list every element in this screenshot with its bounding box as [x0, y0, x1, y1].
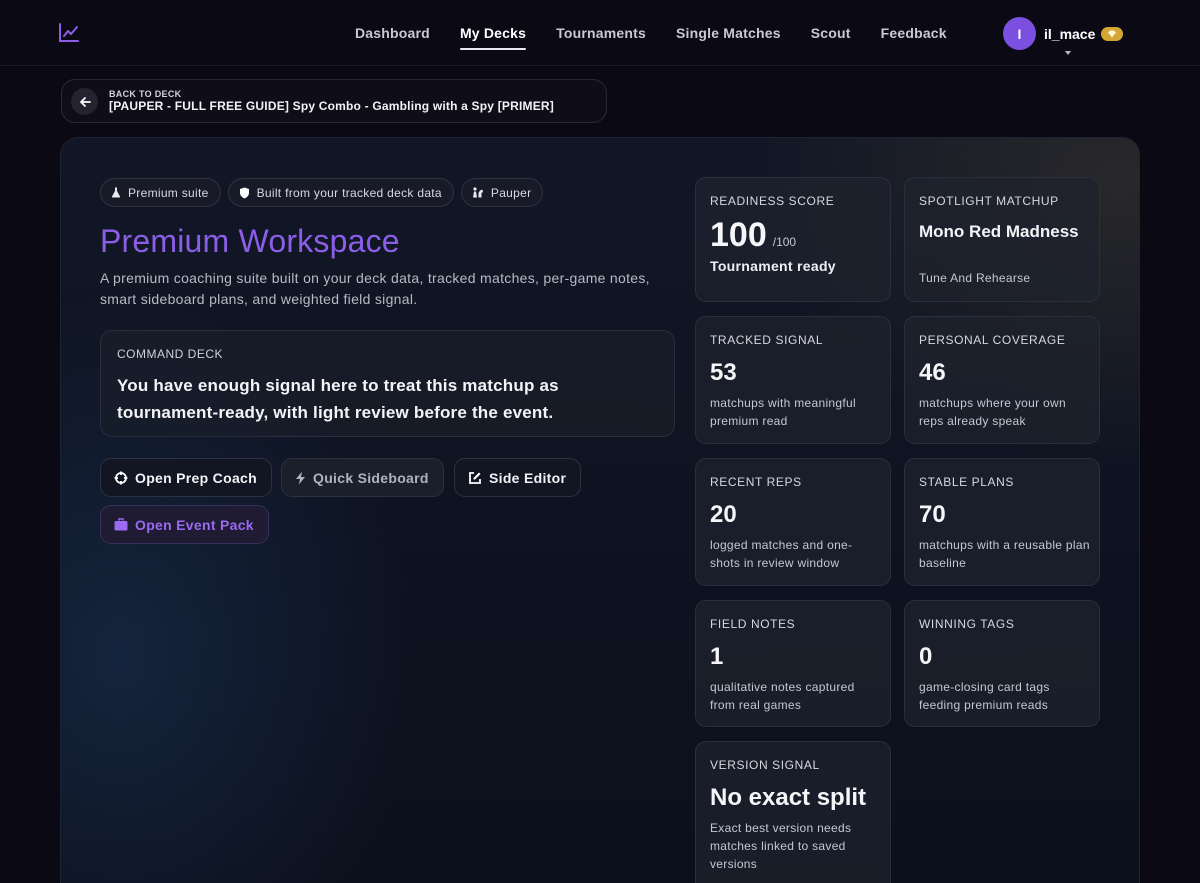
stat-card-field-notes: FIELD NOTES 1 qualitative notes captured… — [695, 600, 891, 727]
stat-label: TRACKED SIGNAL — [710, 333, 824, 347]
stat-label: STABLE PLANS — [919, 475, 1015, 489]
stat-desc: matchups with a reusable plan baseline — [919, 538, 1090, 570]
chip-tracked-data: Built from your tracked deck data — [227, 178, 454, 207]
quick-sideboard-button[interactable]: Quick Sideboard — [281, 458, 444, 497]
stat-value: 0 — [919, 643, 933, 670]
command-deck-card: COMMAND DECK You have enough signal here… — [100, 330, 675, 437]
nav-feedback[interactable]: Feedback — [881, 0, 947, 66]
page-description: A premium coaching suite built on your d… — [100, 270, 650, 307]
stat-desc: Tournament ready — [710, 258, 836, 274]
chip-label: Premium suite — [128, 185, 209, 200]
stat-card-version-signal: VERSION SIGNAL No exact split Exact best… — [695, 741, 891, 883]
avatar[interactable]: I — [1003, 17, 1036, 50]
open-prep-coach-button[interactable]: Open Prep Coach — [100, 458, 272, 497]
stat-value: 20 — [710, 501, 737, 528]
stat-label: READINESS SCORE — [710, 194, 835, 208]
stat-value: No exact split — [710, 784, 867, 811]
chip-format: Pauper — [460, 178, 544, 207]
chip-row: Premium suite Built from your tracked de… — [100, 178, 550, 207]
stat-desc: logged matches and one-shots in review w… — [710, 538, 853, 570]
stat-desc: matchups where your own reps already spe… — [919, 396, 1066, 428]
stat-card-readiness: READINESS SCORE 100 /100 Tournament read… — [695, 177, 891, 302]
stat-label: VERSION SIGNAL — [710, 758, 820, 772]
stat-desc: matchups with meaningful premium read — [710, 396, 856, 428]
command-deck-text: You have enough signal here to treat thi… — [117, 376, 559, 422]
crosshair-icon — [114, 471, 128, 484]
stat-value: 53 — [710, 359, 737, 386]
back-to-deck-link[interactable]: BACK TO DECK [PAUPER - FULL FREE GUIDE] … — [61, 79, 607, 123]
stat-value: 46 — [919, 359, 946, 386]
stat-card-recent-reps: RECENT REPS 20 logged matches and one-sh… — [695, 458, 891, 586]
chip-premium-suite: Premium suite — [100, 178, 221, 207]
edit-icon — [469, 471, 481, 484]
nav-tournaments[interactable]: Tournaments — [556, 0, 646, 66]
chip-label: Pauper — [490, 185, 532, 200]
chevron-down-icon[interactable] — [1065, 51, 1071, 55]
stat-label: SPOTLIGHT MATCHUP — [919, 194, 1059, 208]
nav-my-decks[interactable]: My Decks — [459, 0, 527, 66]
stat-label: PERSONAL COVERAGE — [919, 333, 1066, 347]
stat-desc: Exact best version needs matches linked … — [710, 821, 852, 871]
nav-scout[interactable]: Scout — [811, 0, 851, 66]
nav-dashboard[interactable]: Dashboard — [355, 0, 430, 66]
gem-icon — [1101, 26, 1124, 41]
chip-label: Built from your tracked deck data — [256, 185, 442, 200]
briefcase-icon — [114, 518, 128, 531]
user-menu[interactable]: I il_mace — [1003, 17, 1124, 50]
stat-desc: game-closing card tags feeding premium r… — [919, 680, 1050, 712]
chess-icon — [472, 187, 483, 198]
command-deck-label: COMMAND DECK — [117, 347, 224, 361]
button-label: Quick Sideboard — [313, 469, 429, 486]
stat-label: FIELD NOTES — [710, 617, 796, 631]
shield-icon — [239, 187, 249, 198]
stat-suffix: /100 — [772, 235, 797, 249]
stat-label: RECENT REPS — [710, 475, 802, 489]
page-title: Premium Workspace — [100, 223, 400, 259]
open-event-pack-button[interactable]: Open Event Pack — [100, 505, 269, 544]
stat-value: 1 — [710, 643, 724, 670]
button-label: Side Editor — [489, 469, 567, 486]
stat-label: WINNING TAGS — [919, 617, 1015, 631]
bolt-icon — [296, 471, 305, 484]
stat-desc: qualitative notes captured from real gam… — [710, 680, 855, 712]
arrow-left-icon[interactable] — [71, 88, 98, 115]
stat-card-tracked-signal: TRACKED SIGNAL 53 matchups with meaningf… — [695, 316, 891, 444]
side-editor-button[interactable]: Side Editor — [454, 458, 582, 497]
back-label: BACK TO DECK — [109, 89, 182, 99]
stat-value: Mono Red Madness — [919, 222, 1079, 241]
stat-card-personal-coverage: PERSONAL COVERAGE 46 matchups where your… — [904, 316, 1100, 444]
username[interactable]: il_mace — [1044, 26, 1095, 42]
stat-card-spotlight: SPOTLIGHT MATCHUP Mono Red Madness Tune … — [904, 177, 1100, 302]
chart-line-icon[interactable] — [58, 22, 80, 44]
readiness-score: 100 /100 — [710, 216, 796, 255]
nav-single-matches[interactable]: Single Matches — [676, 0, 781, 66]
flask-icon — [111, 187, 121, 198]
stat-value: 100 — [710, 216, 767, 254]
stat-desc: Tune And Rehearse — [919, 271, 1031, 285]
top-navbar: Dashboard My Decks Tournaments Single Ma… — [0, 0, 1200, 66]
button-label: Open Event Pack — [135, 516, 254, 533]
deck-title: [PAUPER - FULL FREE GUIDE] Spy Combo - G… — [109, 99, 554, 113]
stat-card-stable-plans: STABLE PLANS 70 matchups with a reusable… — [904, 458, 1100, 586]
button-label: Open Prep Coach — [135, 469, 257, 486]
nav-links: Dashboard My Decks Tournaments Single Ma… — [355, 0, 977, 66]
stat-card-winning-tags: WINNING TAGS 0 game-closing card tags fe… — [904, 600, 1100, 727]
stat-value: 70 — [919, 501, 946, 528]
